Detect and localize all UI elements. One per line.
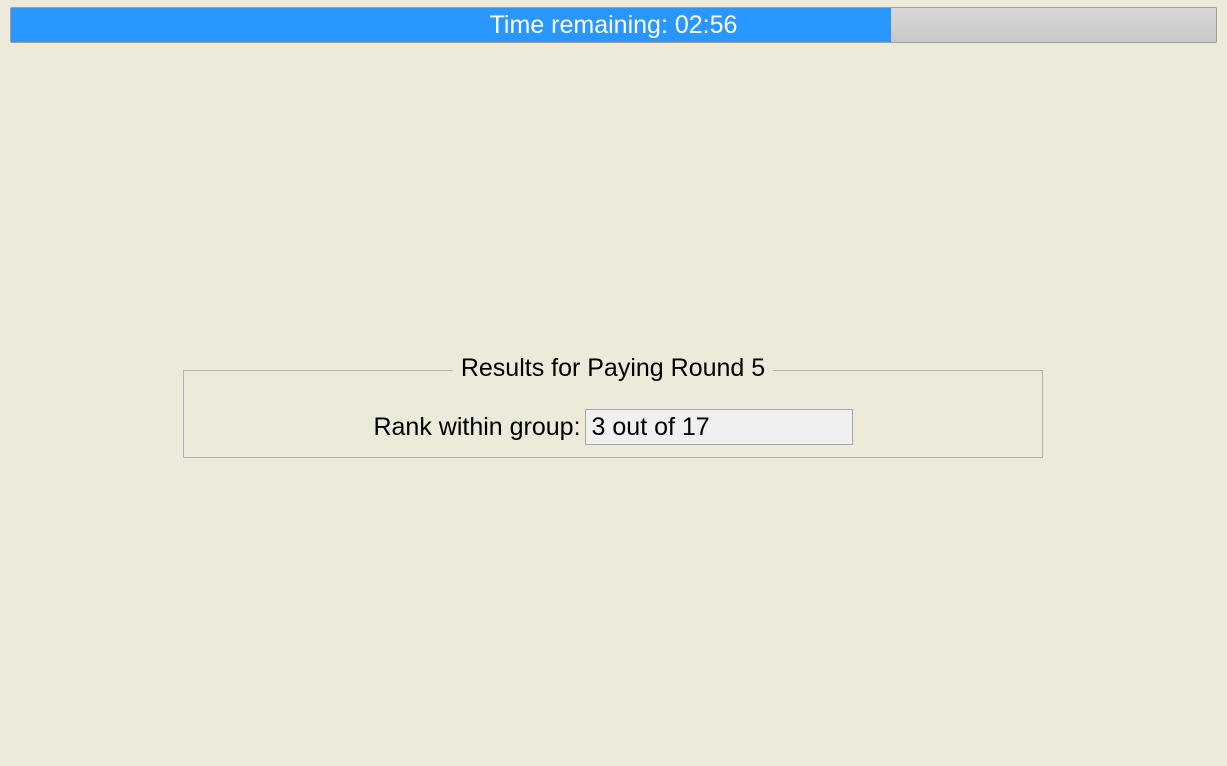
- rank-label: Rank within group:: [373, 413, 580, 442]
- timer-progress-bar: Time remaining: 02:56: [10, 7, 1217, 43]
- results-panel: Results for Paying Round 5 Rank within g…: [183, 370, 1043, 458]
- results-rank-row: Rank within group: 3 out of 17: [184, 409, 1042, 445]
- timer-progress-fill: [11, 8, 891, 42]
- results-title: Results for Paying Round 5: [453, 354, 773, 383]
- rank-value: 3 out of 17: [592, 413, 710, 442]
- rank-value-box: 3 out of 17: [585, 409, 853, 445]
